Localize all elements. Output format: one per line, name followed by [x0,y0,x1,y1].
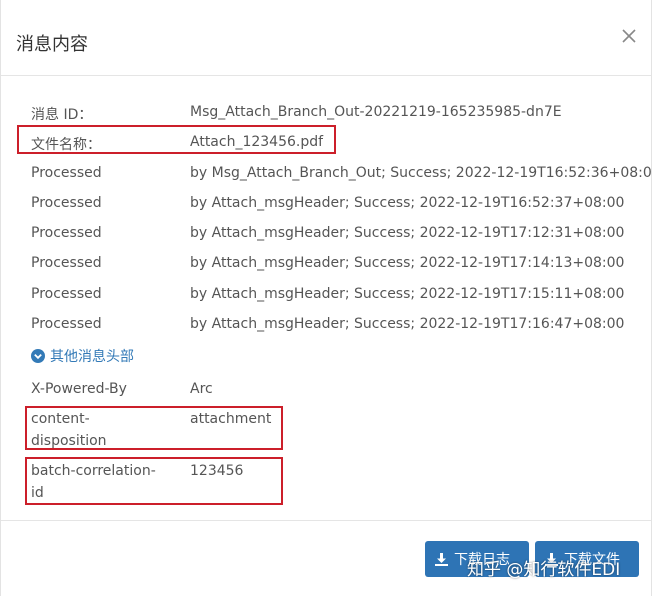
field-value: attachment [190,411,272,427]
dialog-header: 消息内容 [1,0,651,76]
watermark: 知乎 @知行软件EDI [467,560,621,580]
close-icon [622,29,636,43]
other-headers-label: 其他消息头部 [50,349,134,365]
field-key: 文件名称： [31,137,101,153]
field-value: Arc [190,381,213,397]
close-button[interactable] [619,26,639,46]
field-key: Processed [31,316,102,332]
download-icon [435,552,448,566]
chevron-down-circle-icon [31,349,45,363]
dialog-title: 消息内容 [16,34,88,55]
dialog-body: 消息 ID： Msg_Attach_Branch_Out-20221219-16… [1,76,652,520]
field-value: by Attach_msgHeader; Success; 2022-12-19… [190,316,625,332]
message-content-dialog: 消息内容 消息 ID： Msg_Attach_Branch_Out-202212… [0,0,652,596]
other-headers-toggle[interactable]: 其他消息头部 [31,346,134,366]
field-key: Processed [31,225,102,241]
field-key: 消息 ID： [31,107,93,123]
field-value: Attach_123456.pdf [190,134,324,150]
field-key: Processed [31,286,102,302]
field-value: by Attach_msgHeader; Success; 2022-12-19… [190,255,625,271]
field-key: Processed [31,195,102,211]
field-value: by Attach_msgHeader; Success; 2022-12-19… [190,225,625,241]
field-value: Msg_Attach_Branch_Out-20221219-165235985… [190,104,562,120]
field-key: Processed [31,255,102,271]
field-value: by Msg_Attach_Branch_Out; Success; 2022-… [190,165,652,181]
field-key: Processed [31,165,102,181]
field-key: content-disposition [31,411,107,449]
field-key: batch-correlation-id [31,463,156,501]
field-key: X-Powered-By [31,381,127,397]
field-value: by Attach_msgHeader; Success; 2022-12-19… [190,286,625,302]
field-value: 123456 [190,463,244,479]
field-value: by Attach_msgHeader; Success; 2022-12-19… [190,195,625,211]
